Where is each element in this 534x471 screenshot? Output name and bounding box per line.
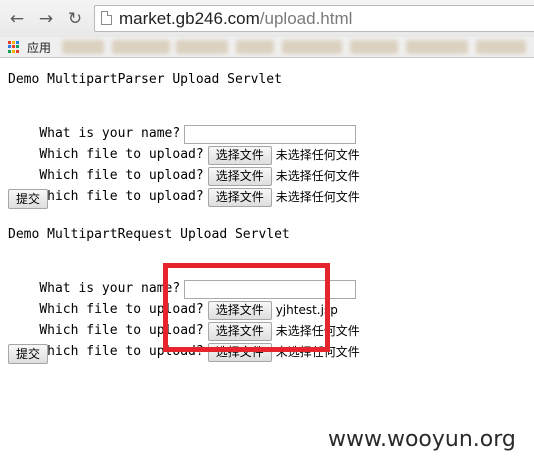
- form2-file-row-1: Which file to upload? 选择文件 yjhtest.jsp: [8, 280, 338, 320]
- form2-name-row: What is your name?: [8, 259, 357, 299]
- bookmark-item-blurred[interactable]: [236, 40, 274, 54]
- choose-file-button[interactable]: 选择文件: [207, 342, 272, 362]
- bookmark-item-blurred[interactable]: [62, 40, 104, 54]
- form2-heading: Demo MultipartRequest Upload Servlet: [8, 227, 290, 242]
- form1-heading: Demo MultipartParser Upload Servlet: [8, 72, 282, 87]
- file-status: 未选择任何文件: [275, 190, 360, 204]
- choose-file-button[interactable]: 选择文件: [207, 187, 272, 207]
- form1-file-row-2: Which file to upload? 选择文件 未选择任何文件: [8, 146, 360, 186]
- file-label: Which file to upload?: [39, 344, 204, 359]
- bookmark-item-blurred[interactable]: [476, 40, 526, 54]
- address-url: market.gb246.com/upload.html: [119, 9, 352, 29]
- bookmark-item-blurred[interactable]: [350, 40, 398, 54]
- bookmark-item-blurred[interactable]: [112, 40, 170, 54]
- address-bar[interactable]: market.gb246.com/upload.html: [94, 5, 534, 32]
- form2-submit-button[interactable]: 提交: [8, 344, 49, 364]
- bookmark-item-blurred[interactable]: [176, 40, 228, 54]
- file-label: Which file to upload?: [39, 189, 204, 204]
- url-host: market.gb246.com: [119, 9, 260, 28]
- url-path: /upload.html: [259, 9, 353, 28]
- back-button[interactable]: ←: [6, 8, 28, 30]
- file-status: 未选择任何文件: [275, 345, 360, 359]
- form1-name-row: What is your name?: [8, 104, 357, 144]
- form1-submit-button[interactable]: 提交: [8, 189, 49, 209]
- page-icon: [101, 11, 112, 25]
- apps-shortcut-label[interactable]: 应用: [27, 39, 51, 56]
- forward-button[interactable]: →: [35, 8, 57, 30]
- reload-button[interactable]: ↻: [64, 8, 86, 30]
- watermark: www.wooyun.org: [328, 427, 516, 452]
- bookmarks-bar: 应用: [0, 37, 534, 58]
- form2-file-row-2: Which file to upload? 选择文件 未选择任何文件: [8, 301, 360, 341]
- browser-toolbar: ← → ↻ market.gb246.com/upload.html: [0, 0, 534, 37]
- form1-file-row-1: Which file to upload? 选择文件 未选择任何文件: [8, 125, 360, 165]
- apps-grid-icon[interactable]: [8, 41, 20, 53]
- reload-icon: ↻: [67, 9, 83, 29]
- forward-arrow-icon: →: [38, 9, 54, 29]
- back-arrow-icon: ←: [9, 9, 25, 29]
- bookmark-item-blurred[interactable]: [406, 40, 468, 54]
- bookmark-item-blurred[interactable]: [282, 40, 342, 54]
- form1-file-row-3: Which file to upload? 选择文件 未选择任何文件: [8, 167, 360, 207]
- form2-file-row-3: Which file to upload? 选择文件 未选择任何文件: [8, 322, 360, 362]
